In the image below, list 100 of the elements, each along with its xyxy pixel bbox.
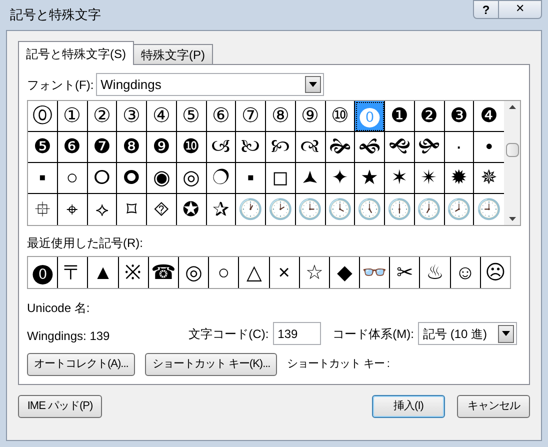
symbol-cell[interactable]: ③ [117,101,147,132]
symbol-cell[interactable]: 🙡 [266,132,296,163]
unicode-name-label: Unicode 名: [27,300,91,317]
char-code-label: 文字コード(C): [188,326,269,342]
symbol-cell[interactable]: ❷ [414,101,444,132]
recent-symbol-cell[interactable]: 〒 [58,257,88,288]
autocorrect-button[interactable]: オートコレクト(A)... [27,353,136,376]
symbol-cell[interactable]: ⟡ [88,194,118,225]
symbol-cell[interactable]: · [444,132,474,163]
recent-symbol-cell[interactable]: ☹ [480,257,510,288]
symbol-cell[interactable]: ✹ [444,163,474,194]
symbol-cell[interactable]: ❽ [117,132,147,163]
recent-symbol-cell[interactable]: ☆ [300,257,330,288]
symbol-cell[interactable]: ① [58,101,88,132]
symbol-cell[interactable]: 🕓 [326,194,356,225]
recent-symbol-cell[interactable]: ◆ [330,257,360,288]
symbol-cell[interactable]: 🙞 [326,132,356,163]
symbol-cell[interactable]: 🟂 [296,163,326,194]
close-button[interactable]: ✕ [499,0,542,19]
symbol-cell[interactable]: ❶ [385,101,415,132]
char-code-field[interactable]: 139 [272,322,321,345]
symbol-cell[interactable]: 🙟 [414,132,444,163]
symbol-cell[interactable]: 🕔 [355,194,385,225]
symbol-cell[interactable]: 🕐 [236,194,266,225]
symbol-cell[interactable]: ❺ [28,132,58,163]
symbol-cell[interactable]: ★ [355,163,385,194]
symbol-cell[interactable]: ⌖ [58,194,88,225]
recent-symbol-cell[interactable]: ☎ [148,257,179,288]
recent-symbol-cell[interactable]: ▲ [88,257,119,288]
code-system-dropdown[interactable]: 記号 (10 進) [418,322,517,345]
symbol-cell[interactable]: ❻ [58,132,88,163]
shortcut-key-button[interactable]: ショートカット キー(K)... [145,353,278,376]
symbol-cell[interactable]: ◻ [266,163,296,194]
recent-symbol-cell[interactable]: ✂ [390,257,420,288]
symbol-cell[interactable]: 🕕 [385,194,415,225]
symbol-cell[interactable]: ⑧ [266,101,296,132]
help-button[interactable]: ? [473,0,499,19]
symbol-cell[interactable]: 🙠 [236,132,266,163]
symbol-cell[interactable]: ⑨ [296,101,326,132]
recent-symbol-cell[interactable]: ○ [209,257,240,288]
dropdown-arrow-icon [502,331,510,336]
recent-symbol-cell[interactable]: ⓿ [28,257,58,288]
symbol-cell[interactable]: ▪ [236,163,266,194]
symbol-cell[interactable]: 🙜 [355,132,385,163]
symbol-cell[interactable]: 🕒 [296,194,326,225]
window-title: 記号と特殊文字 [9,6,101,24]
symbol-cell[interactable]: 🔿 [206,163,236,194]
symbol-cell[interactable]: ⌑ [117,194,147,225]
symbol-cell[interactable]: ❾ [147,132,177,163]
scroll-down-icon[interactable] [508,217,516,221]
code-system-label: コード体系(M): [332,326,414,342]
ime-pad-button[interactable]: IME パッド(P) [18,395,102,418]
symbol-cell[interactable]: 🙢 [206,132,236,163]
symbol-cell[interactable]: ⑥ [206,101,236,132]
symbol-cell[interactable]: 🙝 [385,132,415,163]
symbol-cell[interactable]: 🕗 [444,194,474,225]
recent-symbol-cell[interactable]: ☺ [450,257,481,288]
symbol-cell[interactable]: 🞆 [88,163,118,194]
font-dropdown[interactable]: Wingdings [96,73,324,96]
recent-symbols-label: 最近使用した記号(R): [27,235,144,252]
scrollbar[interactable] [504,101,520,225]
symbol-cell[interactable]: ◉ [147,163,177,194]
recent-symbol-cell[interactable]: × [270,257,300,288]
scroll-thumb[interactable] [506,143,518,158]
symbol-cell[interactable]: ④ [147,101,177,132]
symbol-cell[interactable]: 🞈 [117,163,147,194]
cancel-button[interactable]: キャンセル [457,395,530,418]
symbol-cell[interactable]: 🕑 [266,194,296,225]
symbol-cell[interactable]: 🕖 [414,194,444,225]
symbol-cell[interactable]: ✦ [326,163,356,194]
tab[interactable]: 記号と特殊文字(S) [18,41,134,65]
symbol-cell[interactable]: ✪ [176,194,206,225]
symbol-cell[interactable]: ○ [58,163,88,194]
unicode-name-value: Wingdings: 139 [27,328,110,345]
font-label: フォント(F): [27,76,94,94]
scroll-up-icon[interactable] [508,105,516,109]
symbol-cell[interactable]: ✰ [206,194,236,225]
recent-symbol-cell[interactable]: △ [239,257,270,288]
symbol-cell[interactable]: 🙣 [296,132,326,163]
recent-symbol-cell[interactable]: 👓 [360,257,390,288]
symbol-cell[interactable]: ◎ [176,163,206,194]
tab[interactable]: 特殊文字(P) [133,44,213,64]
symbol-cell[interactable]: ✶ [385,163,415,194]
recent-symbol-cell[interactable]: ♨ [420,257,451,288]
symbol-cell[interactable]: 🕘 [474,194,504,225]
symbol-cell[interactable]: ⓪ [28,101,58,132]
symbol-cell[interactable]: ⯐ [28,194,58,225]
symbol-cell[interactable]: ❿ [176,132,206,163]
symbol-cell[interactable]: ❸ [444,101,474,132]
symbol-cell[interactable]: ▪ [28,163,58,194]
recent-symbol-cell[interactable]: ※ [118,257,149,288]
insert-button[interactable]: 挿入(I) [372,395,445,418]
symbol-cell[interactable]: ⑦ [236,101,266,132]
symbol-cell[interactable]: ❼ [88,132,118,163]
dropdown-arrow-icon [308,82,317,87]
symbol-cell[interactable]: ✴ [414,163,444,194]
symbol-cell[interactable]: ⑤ [176,101,206,132]
recent-symbol-cell[interactable]: ◎ [178,257,210,288]
symbol-cell[interactable]: ② [88,101,118,132]
symbol-cell[interactable]: ⯑ [147,194,177,225]
